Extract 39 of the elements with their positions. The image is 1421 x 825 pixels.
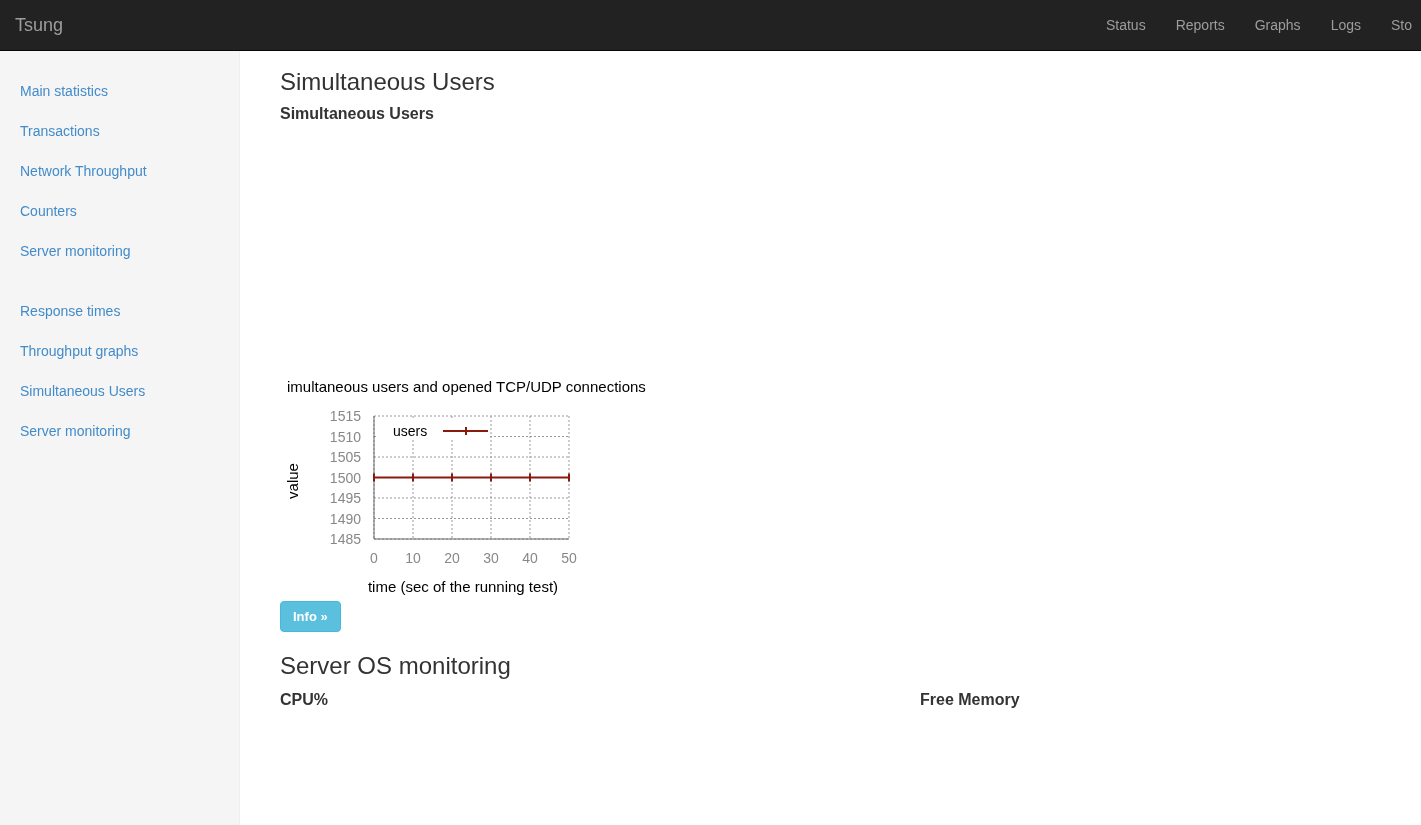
x-tick-label: 20 (444, 550, 460, 566)
brand-link[interactable]: Tsung (15, 14, 64, 36)
x-tick-label: 30 (483, 550, 499, 566)
x-tick-label: 50 (561, 550, 577, 566)
nav-link[interactable]: Status (1090, 1, 1161, 49)
x-tick-label: 0 (370, 550, 378, 566)
chart-heading: CPU% (280, 690, 329, 710)
legend-marker (442, 426, 489, 436)
chart-heading: Simultaneous Users (280, 104, 435, 124)
y-tick-label: 1500 (329, 469, 361, 486)
nav-link[interactable]: Logs (1315, 1, 1376, 49)
y-tick-label: 1510 (329, 428, 361, 445)
info-button[interactable]: Info » (280, 601, 341, 632)
chart-title: imultaneous users and opened TCP/UDP connections (287, 378, 646, 395)
sidebar-link[interactable]: Server monitoring (0, 411, 239, 451)
x-tick-label: 10 (405, 550, 421, 566)
sidebar-link[interactable]: Main statistics (0, 71, 239, 111)
sidebar-link[interactable]: Throughput graphs (0, 331, 239, 371)
nav-link[interactable]: Sto (1376, 1, 1421, 49)
sidebar-link[interactable]: Server monitoring (0, 231, 239, 271)
y-axis-label: value (284, 463, 301, 499)
y-tick-label: 1490 (329, 510, 361, 527)
legend-label: users (393, 423, 428, 439)
y-tick-label: 1485 (329, 531, 361, 547)
y-tick-label: 1495 (329, 490, 361, 506)
y-tick-label: 1515 (329, 408, 361, 424)
x-tick-label: 40 (522, 550, 538, 566)
nav-link[interactable]: Reports (1160, 1, 1240, 49)
page-title: Simultaneous Users (280, 68, 496, 96)
sidebar-link[interactable]: Simultaneous Users (0, 371, 239, 411)
nav-link[interactable]: Graphs (1239, 1, 1316, 49)
sidebar-link[interactable]: Counters (0, 191, 239, 231)
sidebar-link[interactable]: Network Throughput (0, 151, 239, 191)
sidebar-link[interactable]: Response times (0, 291, 239, 331)
sidebar-link[interactable]: Transactions (0, 111, 239, 151)
y-tick-label: 1505 (329, 449, 361, 465)
x-axis-label: time (sec of the running test) (367, 578, 559, 595)
chart-heading: Free Memory (920, 690, 1021, 710)
section-title: Server OS monitoring (280, 652, 512, 680)
